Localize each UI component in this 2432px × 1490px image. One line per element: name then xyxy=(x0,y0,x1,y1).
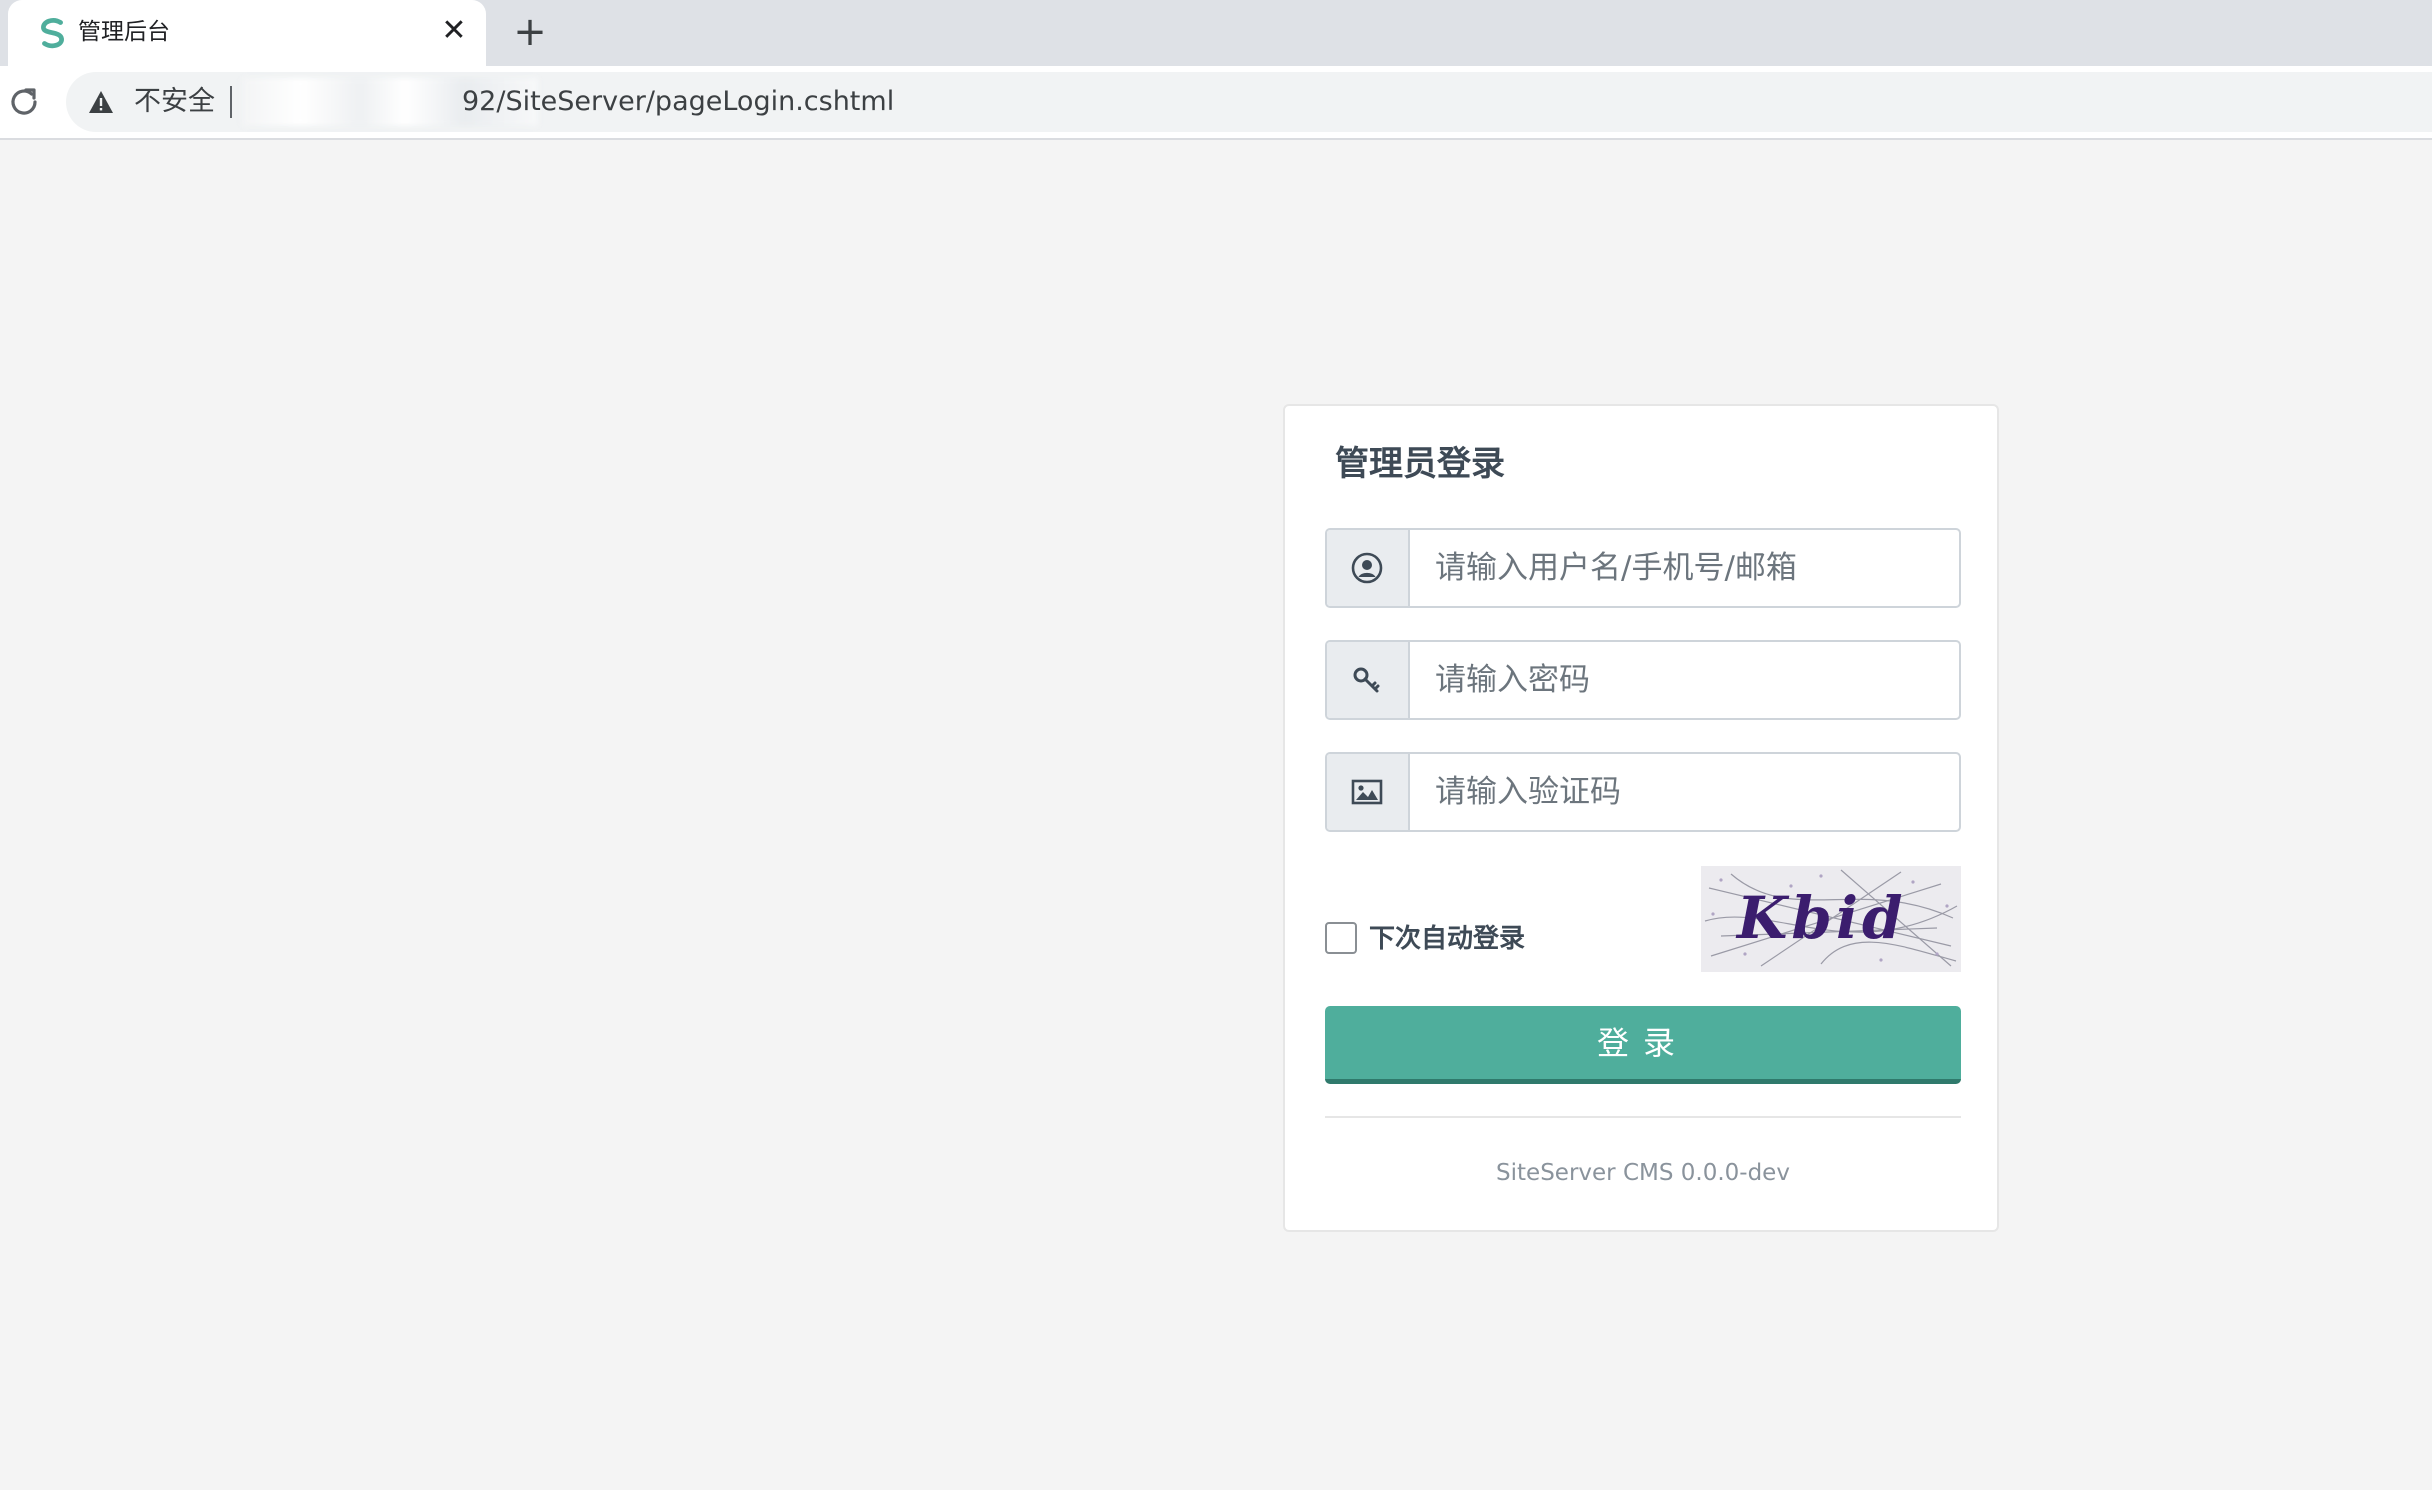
captcha-addon xyxy=(1327,754,1410,830)
user-circle-icon xyxy=(1351,552,1383,584)
captcha-input[interactable] xyxy=(1411,754,1959,830)
url-text[interactable]: 92/SiteServer/pageLogin.cshtml xyxy=(462,86,894,118)
security-status-label[interactable]: 不安全 xyxy=(134,86,215,118)
divider xyxy=(1325,1116,1961,1118)
remember-checkbox[interactable] xyxy=(1325,922,1357,954)
username-input[interactable] xyxy=(1411,530,1959,606)
browser-toolbar: 不安全 92/SiteServer/pageLogin.cshtml xyxy=(0,66,2432,140)
captcha-text: Kbid xyxy=(1735,884,1907,952)
remember-label[interactable]: 下次自动登录 xyxy=(1369,922,1569,956)
new-tab-button[interactable]: + xyxy=(508,11,552,55)
reload-icon[interactable] xyxy=(4,82,44,122)
address-bar[interactable]: 不安全 92/SiteServer/pageLogin.cshtml xyxy=(66,72,2432,132)
key-icon xyxy=(1353,667,1380,693)
username-field xyxy=(1325,528,1961,608)
browser-tab[interactable]: 管理后台 ✕ xyxy=(8,0,486,66)
warning-icon[interactable] xyxy=(88,90,114,114)
password-input[interactable] xyxy=(1411,642,1959,718)
tab-close-icon[interactable]: ✕ xyxy=(436,13,472,49)
tab-title: 管理后台 xyxy=(78,19,170,45)
browser-tab-bar: 管理后台 ✕ + xyxy=(0,0,2432,66)
omnibox-separator xyxy=(230,86,232,118)
version-label: SiteServer CMS 0.0.0-dev xyxy=(1496,1160,1790,1186)
login-button[interactable]: 登录 xyxy=(1325,1006,1961,1084)
login-card: 管理员登录 下 xyxy=(1283,404,1999,1232)
captcha-image[interactable]: Kbid xyxy=(1701,866,1961,972)
username-addon xyxy=(1327,530,1410,606)
captcha-field xyxy=(1325,752,1961,832)
page-title: 管理员登录 xyxy=(1335,444,1505,484)
image-icon xyxy=(1351,779,1383,805)
password-field xyxy=(1325,640,1961,720)
password-addon xyxy=(1327,642,1410,718)
siteserver-logo-icon xyxy=(41,18,64,49)
